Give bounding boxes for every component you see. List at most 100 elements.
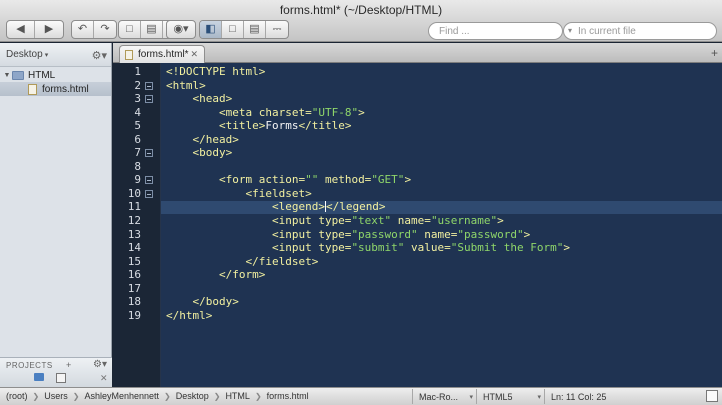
close-icon[interactable]: ✕ — [190, 49, 198, 60]
back-icon[interactable]: ◀ — [7, 21, 35, 38]
fold-toggle-icon[interactable] — [145, 189, 153, 198]
file-browser-sidebar: Desktop ▾ ⚙▾ ▼ HTML forms.html PROJECTS … — [0, 43, 112, 387]
find-input[interactable]: Find ... — [428, 22, 563, 40]
code-line[interactable]: 18 </body> — [113, 295, 722, 309]
sidebar-item-forms-html[interactable]: forms.html — [0, 82, 111, 96]
code-line[interactable]: 9 <form action="" method="GET"> — [113, 173, 722, 187]
sidebar-location-label: Desktop — [6, 49, 43, 60]
projects-panel: PROJECTS + ⚙▾ ✕ — [0, 357, 112, 387]
code-string: "password" — [457, 227, 524, 241]
code-text: </body> — [166, 295, 239, 309]
breadcrumb-separator-icon: ❯ — [32, 391, 40, 401]
breadcrumb-item[interactable]: Desktop — [176, 391, 209, 401]
syntax-select[interactable]: HTML5 ▾ — [476, 389, 544, 404]
code-line[interactable]: 13 <input type="password" name="password… — [113, 228, 722, 242]
breadcrumb-item[interactable]: HTML — [225, 391, 250, 401]
fold-toggle-icon[interactable] — [145, 176, 153, 185]
code-tag-text: <input type= — [166, 241, 352, 255]
layout-single-icon[interactable]: □ — [222, 21, 244, 38]
code-text: <input type="submit" value="Submit the F… — [166, 241, 570, 255]
code-line[interactable]: 8 — [113, 160, 722, 174]
gear-icon[interactable]: ⚙▾ — [92, 49, 107, 62]
gear-icon[interactable]: ⚙▾ — [93, 359, 107, 370]
fold-toggle-icon[interactable] — [145, 95, 153, 104]
code-tag-text: </body> — [166, 295, 239, 309]
code-tag-text: <body> — [166, 146, 233, 160]
fold-toggle-icon[interactable] — [145, 81, 153, 90]
html-file-icon — [28, 83, 37, 95]
print-icon[interactable]: ⎓ — [266, 21, 288, 38]
sidebar-item-html-folder[interactable]: ▼ HTML — [0, 68, 111, 82]
search-scope-select[interactable]: ▾ In current file — [563, 22, 717, 40]
line-number: 1 — [134, 65, 141, 78]
document-info-icon[interactable] — [706, 390, 718, 402]
sidebar-location-header[interactable]: Desktop ▾ ⚙▾ — [0, 43, 111, 67]
code-lines: 1 <!DOCTYPE html> 2 <html> 3 <head> 4 <meta c… — [113, 65, 722, 322]
code-line[interactable]: 15 </fieldset> — [113, 255, 722, 269]
code-line[interactable]: 2 <html> — [113, 79, 722, 93]
folder-icon[interactable] — [34, 373, 44, 381]
forward-icon[interactable]: ▶ — [35, 21, 63, 38]
copy-icon[interactable] — [56, 373, 66, 383]
code-line[interactable]: 19 </html> — [113, 309, 722, 323]
code-line[interactable]: 10 <fieldset> — [113, 187, 722, 201]
plus-icon[interactable]: + — [66, 360, 71, 370]
line-number: 16 — [127, 268, 141, 282]
globe-icon[interactable]: ◉▾ — [167, 21, 195, 38]
layout-split-icon[interactable]: ▤ — [244, 21, 266, 38]
line-number: 3 — [134, 92, 141, 106]
redo-icon[interactable]: ↷ — [94, 21, 116, 38]
code-tag-text: > — [523, 227, 531, 241]
code-tag-text: <legend> — [166, 200, 325, 214]
fold-toggle-icon[interactable] — [145, 149, 153, 158]
code-text: <!DOCTYPE html> — [166, 65, 265, 79]
line-number: 6 — [134, 132, 141, 146]
code-text: <title>Forms</title> — [166, 119, 351, 133]
code-tag-text: </title> — [298, 119, 352, 133]
breadcrumb-item[interactable]: Users — [44, 391, 68, 401]
code-tag-text: </head> — [166, 132, 239, 146]
breadcrumb-separator-icon: ❯ — [254, 391, 262, 401]
line-number: 18 — [127, 295, 141, 309]
breadcrumb-item[interactable]: forms.html — [267, 391, 309, 401]
html-file-icon — [125, 49, 133, 60]
code-text: <form action="" method="GET"> — [166, 173, 411, 187]
line-number: 9 — [134, 173, 141, 187]
navigation-group: ◀ ▶ — [6, 20, 64, 39]
tab-label: forms.html* — [138, 49, 189, 60]
line-number: 15 — [127, 254, 141, 268]
code-line[interactable]: 12 <input type="text" name="username"> — [113, 214, 722, 228]
code-attr-text: method= — [318, 173, 372, 187]
code-line[interactable]: 4 <meta charset="UTF-8"> — [113, 106, 722, 120]
code-line[interactable]: 3 <head> — [113, 92, 722, 106]
find-placeholder: Find ... — [439, 25, 470, 37]
code-line[interactable]: 6 </head> — [113, 133, 722, 147]
code-line[interactable]: 11 <legend></legend> — [113, 200, 722, 214]
disclosure-triangle-icon[interactable]: ▼ — [2, 72, 12, 79]
code-line[interactable]: 16 </form> — [113, 268, 722, 282]
undo-icon[interactable]: ↶ — [72, 21, 94, 38]
plus-icon[interactable]: + — [711, 46, 718, 60]
code-line[interactable]: 14 <input type="submit" value="Submit th… — [113, 241, 722, 255]
breadcrumb-item[interactable]: AshleyMenhennett — [84, 391, 159, 401]
code-line[interactable]: 1 <!DOCTYPE html> — [113, 65, 722, 79]
code-tag-text: > — [404, 173, 412, 187]
breadcrumb-item[interactable]: (root) — [6, 391, 28, 401]
code-line[interactable]: 17 — [113, 282, 722, 296]
projects-label: PROJECTS — [6, 361, 53, 370]
code-line[interactable]: 5 <title>Forms</title> — [113, 119, 722, 133]
open-folder-icon[interactable]: ▤ — [141, 21, 163, 38]
line-number: 17 — [127, 281, 141, 295]
code-attr-text: value= — [404, 241, 451, 255]
code-line[interactable]: 7 <body> — [113, 146, 722, 160]
code-tag-text: <fieldset> — [166, 186, 312, 200]
line-number: 13 — [127, 227, 141, 241]
encoding-select[interactable]: Mac-Ro... ▾ — [412, 389, 476, 404]
close-icon[interactable]: ✕ — [100, 373, 108, 384]
layout-sidebar-icon[interactable]: ◧ — [200, 21, 222, 38]
new-file-icon[interactable]: □ — [119, 21, 141, 38]
code-editor[interactable]: 1 <!DOCTYPE html> 2 <html> 3 <head> 4 <meta c… — [113, 63, 722, 387]
layout-group: ◧ □ ▤ ⎓ — [199, 20, 289, 39]
tab-forms-html[interactable]: forms.html* ✕ — [119, 45, 205, 63]
search-scope-label: In current file — [578, 25, 636, 37]
